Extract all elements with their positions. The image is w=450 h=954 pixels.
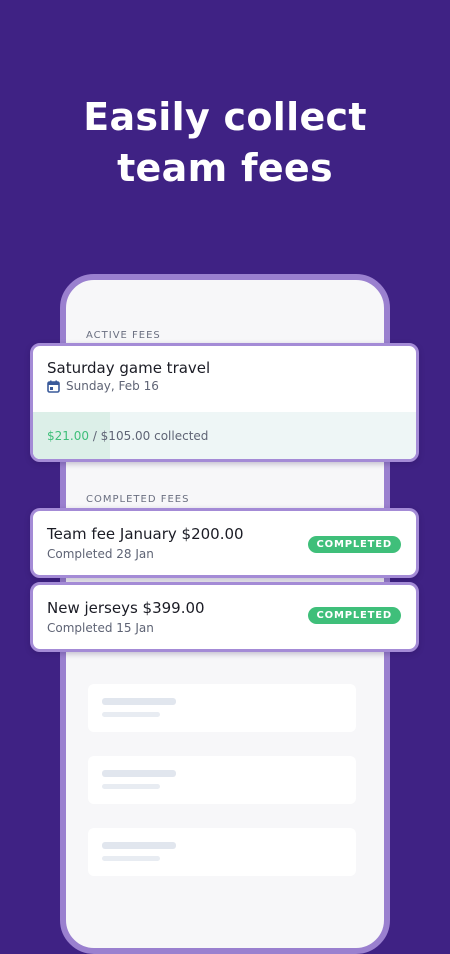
headline-line-2: team fees bbox=[117, 146, 333, 190]
headline-line-1: Easily collect bbox=[83, 95, 367, 139]
calendar-icon bbox=[47, 380, 60, 393]
placeholder-row bbox=[88, 828, 356, 876]
completed-fee-title: Team fee January $200.00 bbox=[47, 525, 244, 543]
placeholder-row bbox=[88, 756, 356, 804]
placeholder-line bbox=[102, 784, 160, 789]
completed-badge: COMPLETED bbox=[307, 536, 401, 553]
collection-progress: $21.00 / $105.00 collected bbox=[33, 412, 416, 459]
active-fee-date-row: Sunday, Feb 16 bbox=[47, 379, 159, 393]
placeholder-line bbox=[102, 698, 176, 705]
completed-fee-card[interactable]: New jerseys $399.00 Completed 15 Jan COM… bbox=[30, 582, 419, 652]
placeholder-line bbox=[102, 842, 176, 849]
completed-fees-label: COMPLETED FEES bbox=[86, 494, 190, 505]
active-fees-label: ACTIVE FEES bbox=[86, 330, 161, 341]
collection-progress-text: $21.00 / $105.00 collected bbox=[47, 429, 208, 443]
placeholder-line bbox=[102, 712, 160, 717]
completed-fee-status: Completed 28 Jan bbox=[47, 547, 154, 561]
collected-total: / $105.00 collected bbox=[89, 429, 209, 443]
active-fee-card[interactable]: Saturday game travel Sunday, Feb 16 $21.… bbox=[30, 343, 419, 462]
placeholder-line bbox=[102, 856, 160, 861]
active-fee-date: Sunday, Feb 16 bbox=[66, 379, 159, 393]
placeholder-line bbox=[102, 770, 176, 777]
active-fee-title: Saturday game travel bbox=[47, 359, 211, 377]
completed-fee-title: New jerseys $399.00 bbox=[47, 599, 205, 617]
completed-fee-card[interactable]: Team fee January $200.00 Completed 28 Ja… bbox=[30, 508, 419, 578]
collected-amount: $21.00 bbox=[47, 429, 89, 443]
completed-badge: COMPLETED bbox=[307, 607, 401, 624]
completed-fee-status: Completed 15 Jan bbox=[47, 621, 154, 635]
headline: Easily collect team fees bbox=[0, 92, 450, 194]
placeholder-row bbox=[88, 684, 356, 732]
